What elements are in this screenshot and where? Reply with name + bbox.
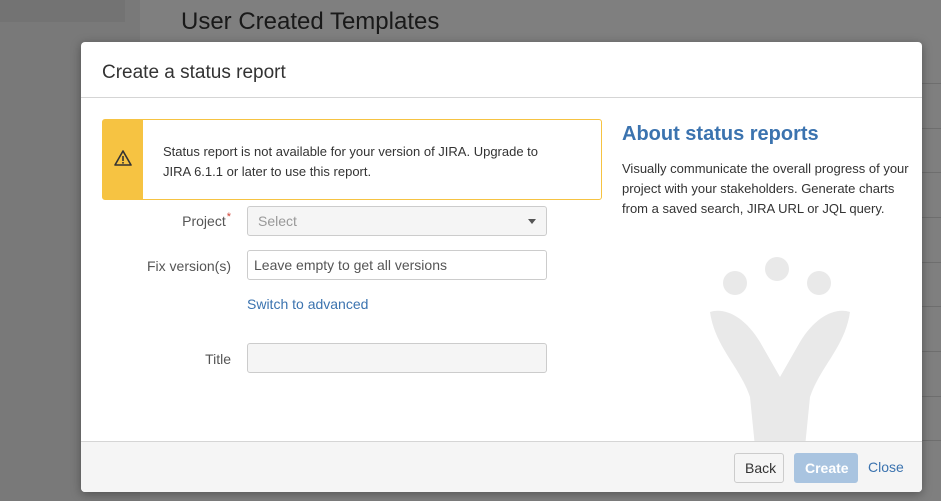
warning-icon — [114, 150, 132, 166]
project-label-text: Project — [182, 213, 226, 229]
about-title: About status reports — [622, 123, 819, 145]
fix-version-label: Fix version(s) — [146, 258, 231, 274]
title-label: Title — [205, 351, 231, 367]
warning-bar — [103, 120, 143, 199]
about-description: Visually communicate the overall progres… — [622, 161, 909, 216]
create-button[interactable]: Create — [794, 453, 858, 483]
required-marker: * — [226, 211, 231, 223]
warning-message: Status report is not available for your … — [102, 119, 602, 200]
dialog-footer: Back Create Close — [81, 441, 922, 492]
title-input[interactable] — [247, 343, 547, 373]
project-select[interactable]: Select — [247, 206, 547, 236]
close-link[interactable]: Close — [868, 459, 904, 475]
dialog-header: Create a status report — [81, 42, 922, 98]
back-button[interactable]: Back — [734, 453, 784, 483]
status-report-dialog: Create a status report Status report is … — [81, 42, 922, 492]
chevron-down-icon — [528, 219, 536, 224]
switch-to-advanced-link[interactable]: Switch to advanced — [247, 296, 368, 312]
fix-version-input[interactable] — [247, 250, 547, 280]
project-label: Project* — [81, 211, 231, 229]
project-select-placeholder: Select — [258, 213, 297, 229]
warning-text: Status report is not available for your … — [163, 144, 539, 179]
jira-logo-icon — [710, 257, 850, 447]
dialog-title: Create a status report — [102, 62, 286, 83]
